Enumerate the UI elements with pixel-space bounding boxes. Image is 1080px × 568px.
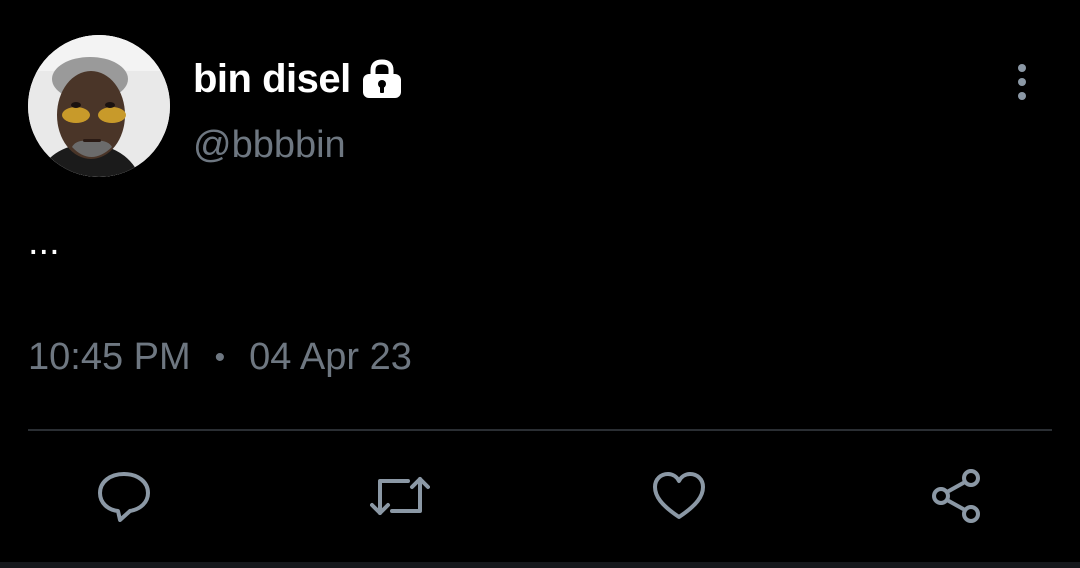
meta-separator: •: [214, 340, 226, 374]
share-icon: [932, 469, 980, 523]
tweet-time: 10:45 PM: [28, 336, 191, 378]
tweet-date: 04 Apr 23: [249, 336, 412, 378]
profile-photo-icon: [28, 35, 170, 177]
tweet-text: ...: [28, 221, 60, 263]
divider: [28, 429, 1052, 431]
reply-button[interactable]: [94, 468, 154, 524]
heart-icon: [653, 472, 705, 519]
vertical-ellipsis-icon[interactable]: [1004, 62, 1040, 102]
bottom-border: [0, 562, 1080, 568]
retweet-button[interactable]: [370, 468, 430, 524]
avatar[interactable]: [28, 35, 170, 177]
like-button[interactable]: [649, 468, 709, 524]
name-row: bin disel: [193, 56, 405, 102]
retweet-icon: [370, 477, 430, 515]
display-name[interactable]: bin disel: [193, 57, 351, 102]
lock-icon: [359, 59, 405, 99]
user-handle[interactable]: @bbbbin: [193, 124, 346, 167]
tweet-card: bin disel @bbbbin ... 10:45 PM • 04 Apr …: [0, 0, 1080, 568]
tweet-meta: 10:45 PM • 04 Apr 23: [28, 336, 412, 379]
share-button[interactable]: [927, 468, 987, 524]
speech-bubble-icon: [98, 472, 150, 522]
